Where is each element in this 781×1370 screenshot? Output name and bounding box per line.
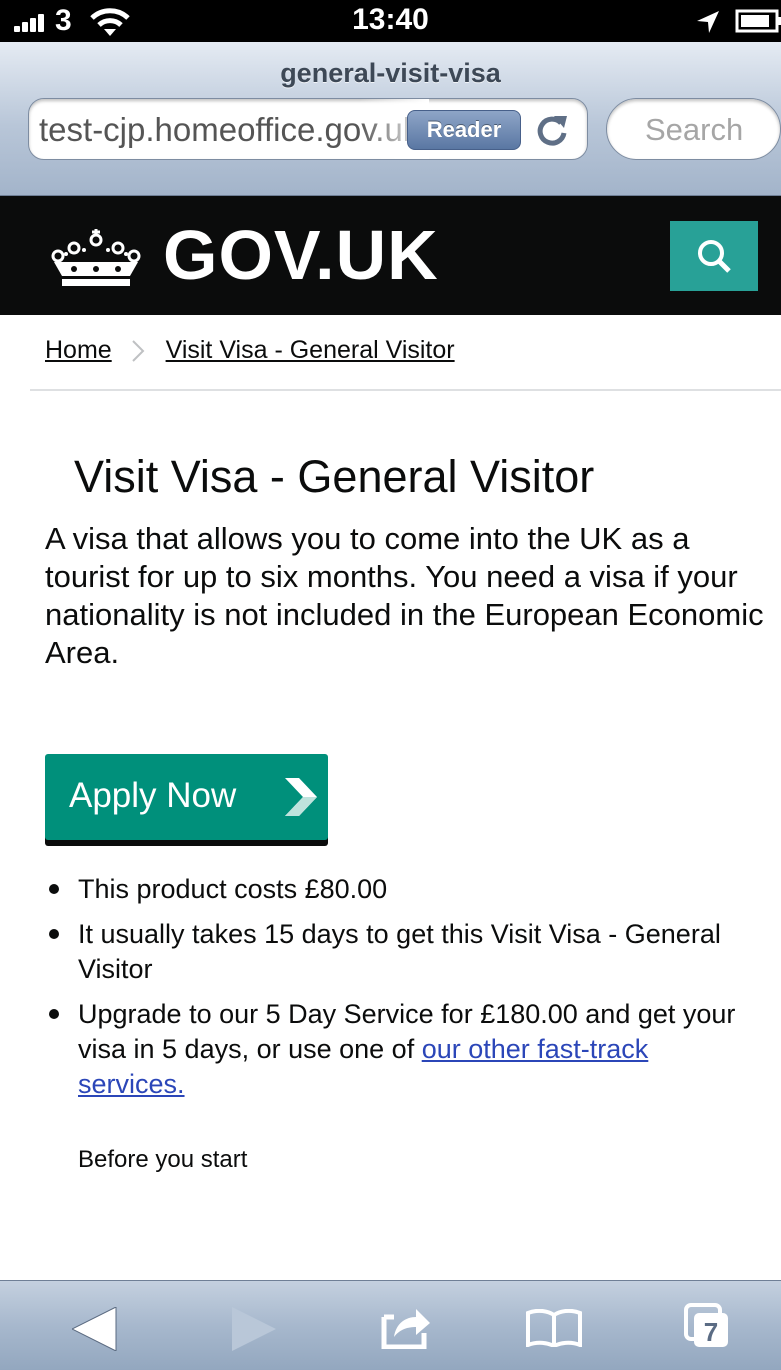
bookmarks-book-icon — [526, 1309, 582, 1347]
apply-now-button[interactable]: Apply Now — [45, 754, 328, 840]
forward-button[interactable] — [218, 1281, 298, 1370]
arrow-right-icon — [285, 778, 317, 816]
back-button[interactable] — [60, 1281, 140, 1370]
bullet — [49, 884, 59, 894]
page-heading: Visit Visa - General Visitor — [74, 451, 595, 502]
reader-button[interactable]: Reader — [407, 110, 521, 150]
battery-icon — [735, 9, 781, 33]
gov-uk-logo-text[interactable]: GOV.UK — [163, 212, 439, 298]
search-field[interactable]: Search — [606, 98, 781, 160]
address-bar[interactable]: test-cjp.homeoffice.gov.uk Reader — [28, 98, 588, 160]
location-arrow-icon — [697, 11, 719, 33]
breadcrumb-home-link[interactable]: Home — [45, 336, 112, 364]
chevron-right-icon — [131, 340, 145, 363]
forward-arrow-icon — [232, 1307, 276, 1351]
site-search-button[interactable] — [670, 221, 758, 291]
search-placeholder: Search — [645, 112, 744, 147]
product-info-list: This product costs £80.00 It usually tak… — [45, 872, 755, 1112]
apply-now-label: Apply Now — [69, 776, 237, 815]
status-bar: 3 13:40 — [0, 0, 781, 42]
browser-bottom-toolbar: 7 — [0, 1280, 781, 1370]
breadcrumb-current-link[interactable]: Visit Visa - General Visitor — [166, 336, 455, 364]
intro-paragraph: A visa that allows you to come into the … — [45, 521, 764, 670]
crown-logo-icon[interactable] — [48, 226, 144, 288]
list-item: It usually takes 15 days to get this Vis… — [45, 917, 755, 987]
tabs-pages-icon: 7 — [684, 1303, 728, 1347]
url-text: test-cjp.homeoffice.gov.uk — [39, 111, 409, 148]
bookmarks-button[interactable] — [518, 1281, 598, 1370]
tab-count: 7 — [704, 1317, 718, 1347]
share-button[interactable] — [370, 1281, 450, 1370]
back-arrow-icon — [72, 1307, 117, 1351]
processing-time-text: It usually takes 15 days to get this Vis… — [78, 919, 721, 984]
clock: 13:40 — [352, 3, 429, 36]
breadcrumb: Home Visit Visa - General Visitor — [45, 336, 455, 365]
site-header: GOV.UK — [0, 196, 781, 315]
search-icon — [698, 240, 731, 273]
cost-text: This product costs £80.00 — [78, 874, 388, 904]
bullet — [49, 929, 59, 939]
bullet — [49, 1009, 59, 1019]
breadcrumb-divider — [30, 389, 781, 391]
reload-icon[interactable] — [534, 113, 570, 149]
share-icon — [381, 1309, 430, 1349]
browser-page-title: general-visit-visa — [280, 58, 501, 88]
screen: 3 13:40 general-visit-visa test-cjp.home… — [0, 0, 781, 1370]
list-item: This product costs £80.00 — [45, 872, 755, 907]
tabs-button[interactable]: 7 — [672, 1281, 752, 1370]
before-you-start-heading: Before you start — [78, 1146, 248, 1173]
list-item: Upgrade to our 5 Day Service for £180.00… — [45, 997, 755, 1102]
browser-toolbar: general-visit-visa test-cjp.homeoffice.g… — [0, 42, 781, 196]
